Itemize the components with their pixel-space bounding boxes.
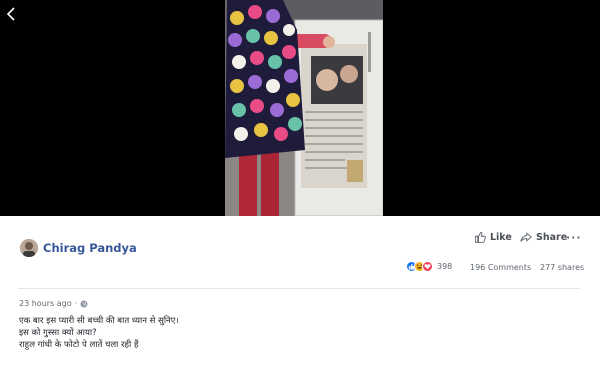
like-button[interactable]: Like — [474, 231, 512, 243]
avatar[interactable] — [20, 239, 38, 257]
comments-count-link[interactable]: 196 Comments — [470, 263, 531, 272]
divider — [18, 288, 580, 289]
author-name-link[interactable]: Chirag Pandya — [43, 241, 137, 255]
post-caption-line-1: एक बार इस प्यारी सी बच्ची की बात ध्यान स… — [19, 316, 179, 326]
post-meta: 23 hours ago · — [19, 299, 88, 308]
reactions-count: 398 — [437, 262, 453, 271]
post-caption-line-3: राहुल गांधी के फोटो पे लातें चला रही हैं — [19, 340, 139, 350]
like-label: Like — [490, 231, 512, 243]
post-timestamp[interactable]: 23 hours ago — [19, 299, 72, 308]
shares-count-link[interactable]: 277 shares — [540, 263, 584, 272]
reactions-summary[interactable]: 398 — [406, 261, 452, 272]
video-still-image — [225, 0, 383, 216]
video-player[interactable] — [0, 0, 600, 216]
avatar-image — [20, 239, 38, 257]
love-reaction-icon — [422, 261, 433, 272]
more-options-button[interactable]: ··· — [566, 231, 582, 244]
share-arrow-icon — [520, 232, 532, 242]
thumbs-up-icon — [475, 232, 486, 243]
post-caption-line-2: इस को गुस्सा क्यों आया? — [19, 328, 97, 338]
chevron-left-icon[interactable] — [4, 6, 20, 22]
globe-icon — [80, 300, 88, 307]
video-frame — [225, 0, 383, 216]
meta-separator: · — [74, 299, 78, 308]
share-label: Share — [536, 231, 568, 243]
share-button[interactable]: Share — [520, 231, 567, 243]
